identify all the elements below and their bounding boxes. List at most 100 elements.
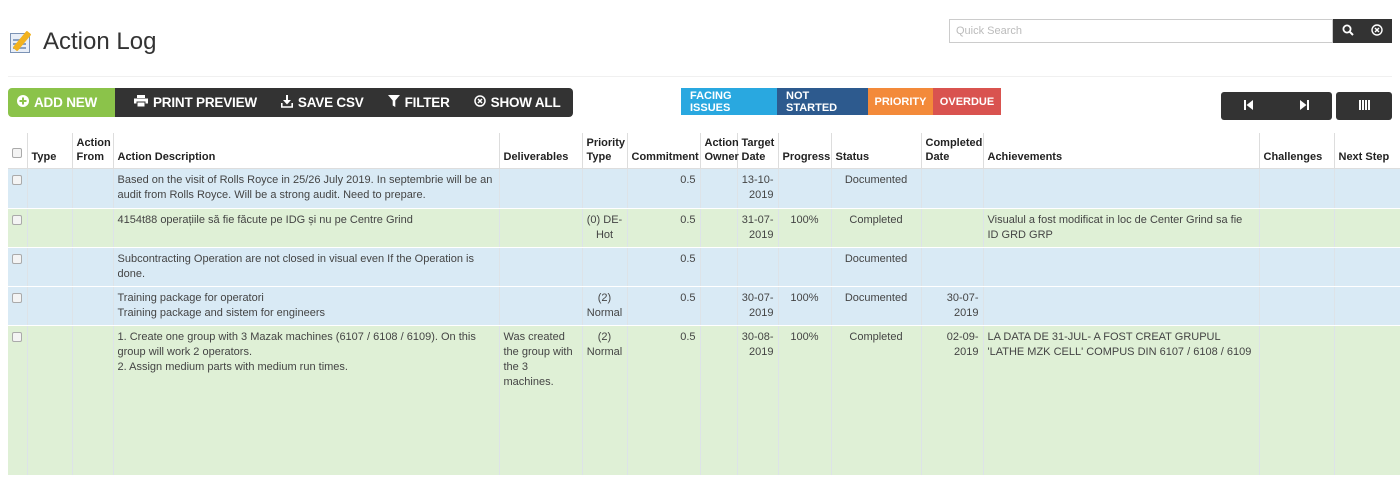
cell-type [27, 286, 73, 326]
printer-icon [134, 95, 148, 110]
table-row[interactable]: Subcontracting Operation are not closed … [8, 247, 1400, 287]
cell-completed-date [921, 247, 984, 287]
cell-challenges [1259, 168, 1335, 209]
columns-button[interactable] [1336, 92, 1392, 120]
cell-next-step [1334, 247, 1400, 287]
action-toolbar: ADD NEW PRINT PREVIEW SAVE CSV FILTER SH… [8, 88, 573, 117]
search-buttons [1333, 19, 1392, 43]
cell-priority-type: (2) Normal [582, 325, 628, 476]
search-icon[interactable] [1342, 24, 1354, 39]
col-header-challenges[interactable]: Challenges [1259, 133, 1335, 169]
cell-progress [778, 168, 832, 209]
select-all-checkbox[interactable] [12, 148, 22, 158]
cell-deliverables [499, 247, 583, 287]
cell-status: Documented [831, 247, 922, 287]
cell-challenges [1259, 286, 1335, 326]
col-header-description[interactable]: Action Description [113, 133, 500, 169]
cell-commitment: 0.5 [627, 286, 701, 326]
cell-action-from [72, 168, 114, 209]
cell-target-date: 31-07-2019 [737, 208, 779, 248]
clear-icon[interactable] [1371, 23, 1383, 39]
close-circle-icon [473, 95, 486, 110]
columns-icon [1358, 99, 1370, 113]
cell-achievements: Visualul a fost modificat in loc de Cent… [983, 208, 1260, 248]
download-icon [280, 94, 293, 111]
row-checkbox[interactable] [12, 293, 22, 303]
col-header-priority-type[interactable]: Priority Type [582, 133, 628, 169]
cell-achievements [983, 168, 1260, 209]
col-header-target-date[interactable]: Target Date [737, 133, 779, 169]
cell-next-step [1334, 286, 1400, 326]
col-header-type[interactable]: Type [27, 133, 73, 169]
pagination-controls [1221, 92, 1392, 120]
table-row[interactable]: 1. Create one group with 3 Mazak machine… [8, 325, 1400, 476]
row-checkbox[interactable] [12, 215, 22, 225]
status-legend: FACING ISSUES NOT STARTED PRIORITY OVERD… [681, 88, 1001, 115]
cell-completed-date: 02-09-2019 [921, 325, 984, 476]
col-header-action-from[interactable]: Action From [72, 133, 114, 169]
filter-button[interactable]: FILTER [375, 88, 462, 117]
cell-description: Subcontracting Operation are not closed … [113, 247, 500, 287]
cell-action-from [72, 247, 114, 287]
cell-action-owner [700, 325, 738, 476]
legend-not-started[interactable]: NOT STARTED [777, 88, 868, 115]
cell-priority-type: (0) DE-Hot [582, 208, 628, 248]
cell-next-step [1334, 325, 1400, 476]
add-new-button[interactable]: ADD NEW [8, 88, 115, 117]
col-header-completed-date[interactable]: Completed Date [921, 133, 984, 169]
quick-search-box[interactable] [949, 19, 1333, 43]
col-header-achievements[interactable]: Achievements [983, 133, 1260, 169]
col-header-progress[interactable]: Progress [778, 133, 832, 169]
cell-commitment: 0.5 [627, 247, 701, 287]
cell-deliverables [499, 208, 583, 248]
col-header-deliverables[interactable]: Deliverables [499, 133, 583, 169]
cell-priority-type [582, 168, 628, 209]
col-header-status[interactable]: Status [831, 133, 922, 169]
cell-progress [778, 247, 832, 287]
cell-description: Based on the visit of Rolls Royce in 25/… [113, 168, 500, 209]
cell-achievements [983, 247, 1260, 287]
legend-facing-issues[interactable]: FACING ISSUES [681, 88, 777, 115]
cell-priority-type [582, 247, 628, 287]
add-new-label: ADD NEW [34, 95, 98, 110]
cell-type [27, 325, 73, 476]
col-header-action-owner[interactable]: Action Owner [700, 133, 739, 169]
table-row[interactable]: 4154t88 operațiile să fie făcute pe IDG … [8, 208, 1400, 248]
legend-overdue[interactable]: OVERDUE [933, 88, 1001, 115]
show-all-button[interactable]: SHOW ALL [461, 88, 573, 117]
cell-challenges [1259, 247, 1335, 287]
cell-type [27, 168, 73, 209]
page-header: Action Log [8, 28, 156, 56]
cell-achievements: LA DATA DE 31-JUL- A FOST CREAT GRUPUL '… [983, 325, 1260, 476]
select-all-cell [8, 133, 28, 169]
row-checkbox[interactable] [12, 175, 22, 185]
table-row[interactable]: Training package for operatori Training … [8, 286, 1400, 326]
cell-action-from [72, 325, 114, 476]
cell-completed-date: 30-07-2019 [921, 286, 984, 326]
print-preview-button[interactable]: PRINT PREVIEW [115, 88, 269, 117]
cell-commitment: 0.5 [627, 325, 701, 476]
cell-next-step [1334, 208, 1400, 248]
cell-status: Documented [831, 168, 922, 209]
first-page-icon[interactable] [1244, 99, 1254, 113]
row-checkbox[interactable] [12, 254, 22, 264]
page-title: Action Log [43, 28, 157, 55]
cell-target-date [737, 247, 779, 287]
cell-next-step [1334, 168, 1400, 209]
save-csv-button[interactable]: SAVE CSV [268, 88, 376, 117]
legend-priority[interactable]: PRIORITY [868, 88, 933, 115]
print-preview-label: PRINT PREVIEW [153, 95, 257, 110]
last-page-icon[interactable] [1299, 99, 1309, 113]
cell-challenges [1259, 208, 1335, 248]
cell-commitment: 0.5 [627, 168, 701, 209]
cell-achievements [983, 286, 1260, 326]
cell-action-owner [700, 168, 738, 209]
cell-progress: 100% [778, 208, 832, 248]
cell-description: 1. Create one group with 3 Mazak machine… [113, 325, 500, 476]
col-header-next-step[interactable]: Next Step [1334, 133, 1400, 169]
search-input[interactable] [950, 20, 1332, 42]
table-row[interactable]: Based on the visit of Rolls Royce in 25/… [8, 168, 1400, 209]
col-header-commitment[interactable]: Commitment [627, 133, 701, 169]
row-checkbox[interactable] [12, 332, 22, 342]
cell-description: 4154t88 operațiile să fie făcute pe IDG … [113, 208, 500, 248]
